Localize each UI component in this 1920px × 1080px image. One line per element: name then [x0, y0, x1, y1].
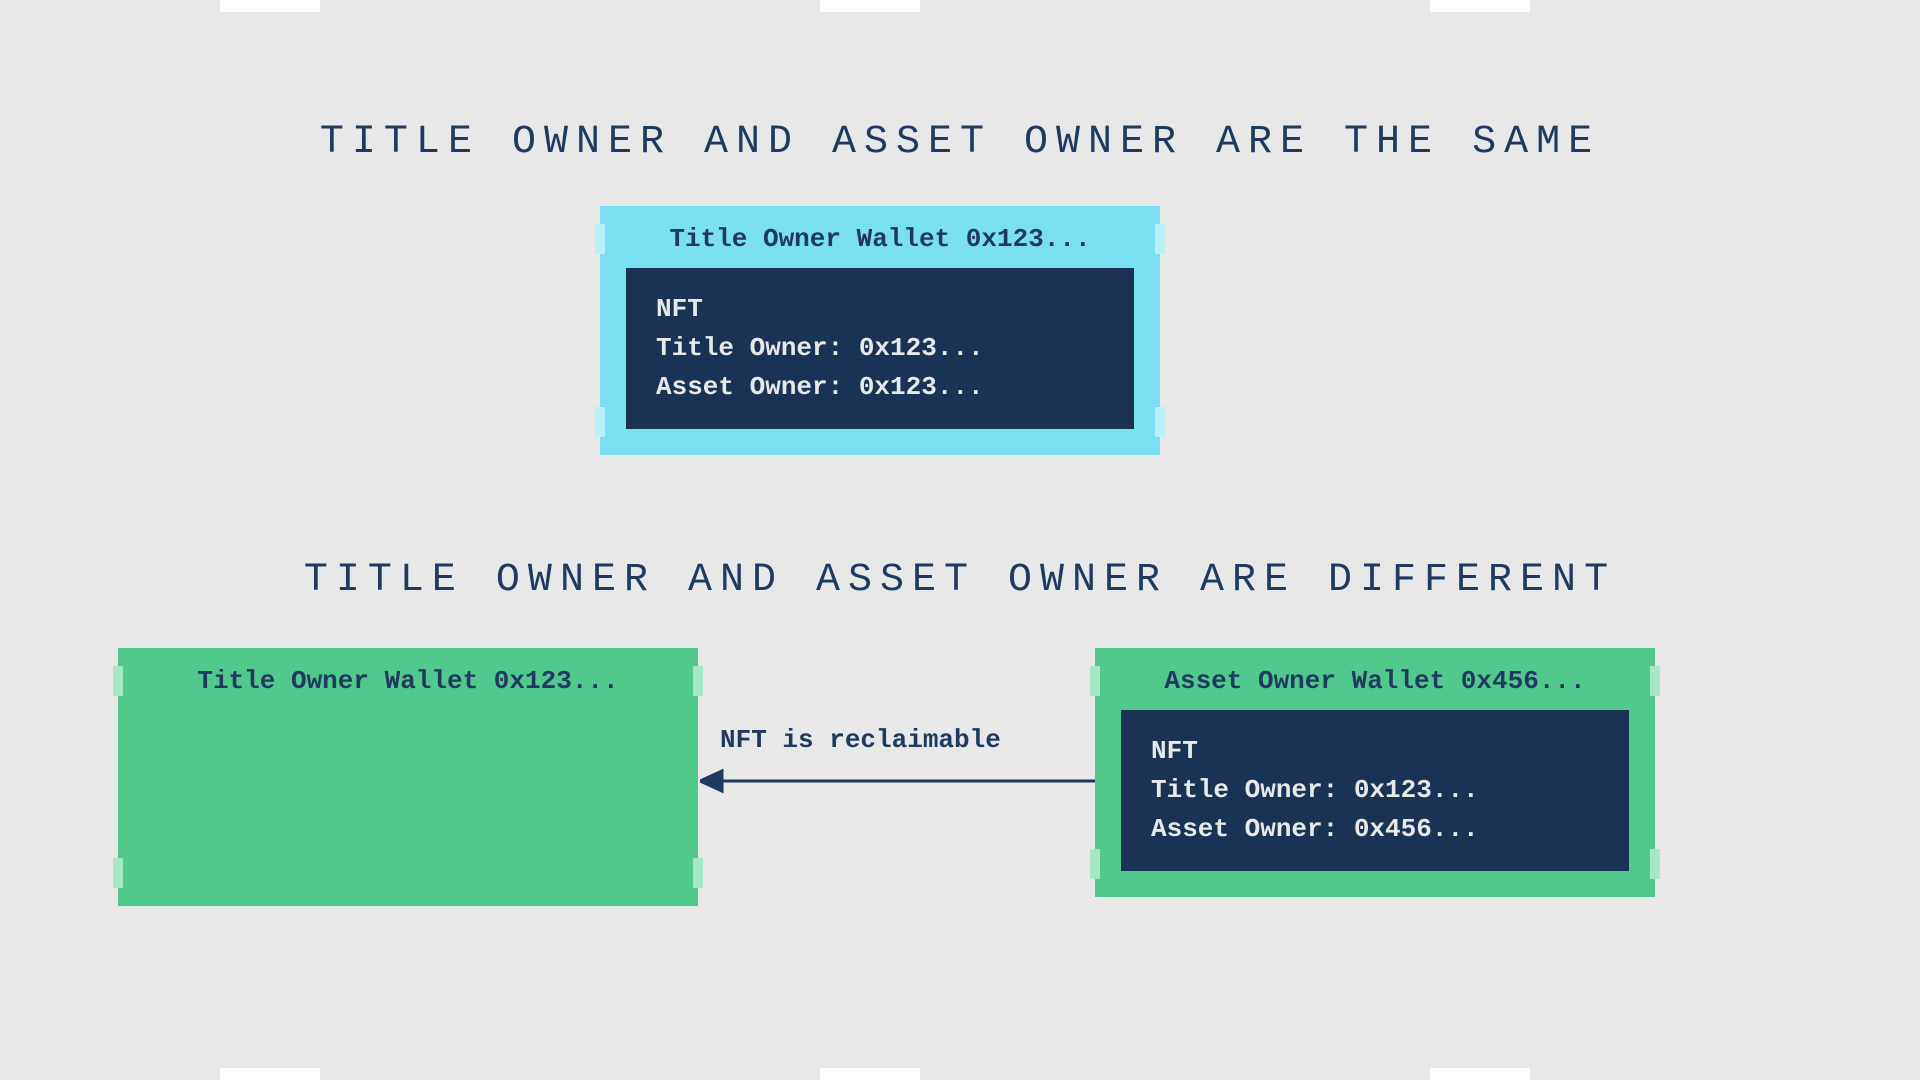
- wallet-label: Title Owner Wallet 0x123...: [144, 666, 672, 696]
- box-tick: [1650, 666, 1660, 696]
- box-tick: [693, 858, 703, 888]
- nft-title: NFT: [1151, 732, 1599, 771]
- frame-tick: [1430, 0, 1530, 12]
- heading-same-owner: TITLE OWNER AND ASSET OWNER ARE THE SAME: [0, 120, 1920, 165]
- box-tick: [693, 666, 703, 696]
- nft-title-owner: Title Owner: 0x123...: [656, 329, 1104, 368]
- box-tick: [595, 407, 605, 437]
- box-tick: [1090, 849, 1100, 879]
- title-owner-wallet-diff: Title Owner Wallet 0x123...: [118, 648, 698, 906]
- box-tick: [1090, 666, 1100, 696]
- box-tick: [113, 858, 123, 888]
- asset-owner-wallet-diff: Asset Owner Wallet 0x456... NFT Title Ow…: [1095, 648, 1655, 897]
- wallet-label: Title Owner Wallet 0x123...: [626, 224, 1134, 254]
- box-tick: [595, 224, 605, 254]
- box-tick: [1155, 407, 1165, 437]
- heading-different-owner: TITLE OWNER AND ASSET OWNER ARE DIFFEREN…: [0, 558, 1920, 603]
- nft-title-owner: Title Owner: 0x123...: [1151, 771, 1599, 810]
- nft-title: NFT: [656, 290, 1104, 329]
- frame-tick: [820, 1068, 920, 1080]
- frame-tick: [220, 0, 320, 12]
- nft-asset-owner: Asset Owner: 0x123...: [656, 368, 1104, 407]
- title-owner-wallet-same: Title Owner Wallet 0x123... NFT Title Ow…: [600, 206, 1160, 455]
- box-tick: [113, 666, 123, 696]
- reclaim-arrow: NFT is reclaimable: [700, 725, 1095, 805]
- frame-tick: [220, 1068, 320, 1080]
- frame-tick: [1430, 1068, 1530, 1080]
- box-tick: [1650, 849, 1660, 879]
- nft-card: NFT Title Owner: 0x123... Asset Owner: 0…: [1121, 710, 1629, 871]
- wallet-label: Asset Owner Wallet 0x456...: [1121, 666, 1629, 696]
- box-tick: [1155, 224, 1165, 254]
- frame-tick: [820, 0, 920, 12]
- nft-asset-owner: Asset Owner: 0x456...: [1151, 810, 1599, 849]
- arrow-label: NFT is reclaimable: [720, 725, 1001, 755]
- nft-card: NFT Title Owner: 0x123... Asset Owner: 0…: [626, 268, 1134, 429]
